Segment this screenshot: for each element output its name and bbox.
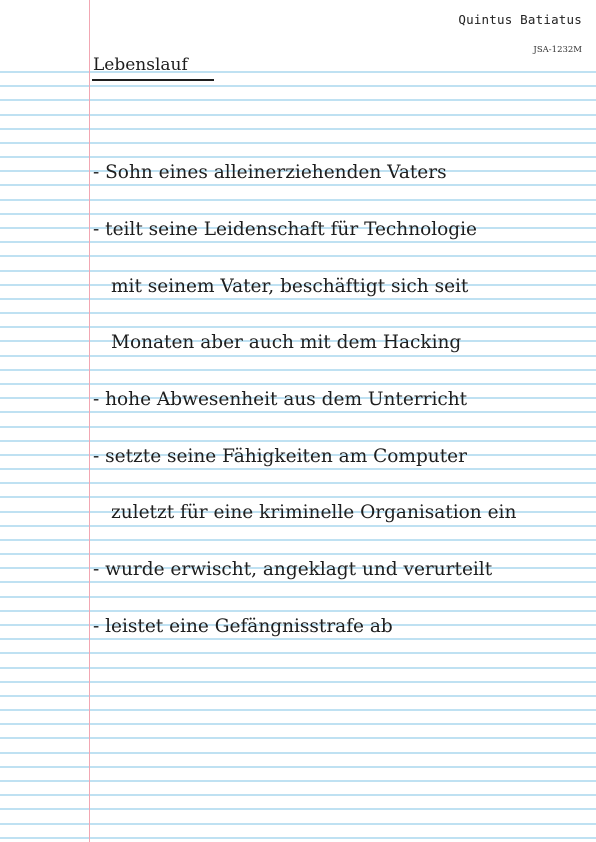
document-id: JSA-1232M (533, 45, 582, 55)
notebook-page: Quintus Batiatus JSA-1232M Lebenslauf - … (0, 0, 596, 842)
list-item: - setzte seine Fähigkeiten am Computer (93, 446, 467, 467)
page-title: Lebenslauf (93, 55, 188, 75)
list-item: - teilt seine Leidenschaft für Technolog… (93, 219, 478, 240)
list-item-continuation: zuletzt für eine kriminelle Organisation… (111, 502, 517, 523)
list-item: - hohe Abwesenheit aus dem Unterricht (93, 389, 468, 410)
author-name: Quintus Batiatus (458, 12, 582, 27)
margin-line (89, 0, 90, 842)
list-item: - leistet eine Gefängnisstrafe ab (93, 616, 393, 637)
list-item-continuation: mit seinem Vater, beschäftigt sich seit (111, 276, 469, 297)
list-item-continuation: Monaten aber auch mit dem Hacking (111, 332, 462, 353)
list-item: - Sohn eines alleinerziehenden Vaters (93, 162, 447, 183)
title-underline (92, 79, 214, 81)
list-item: - wurde erwischt, angeklagt und verurtei… (93, 559, 493, 580)
